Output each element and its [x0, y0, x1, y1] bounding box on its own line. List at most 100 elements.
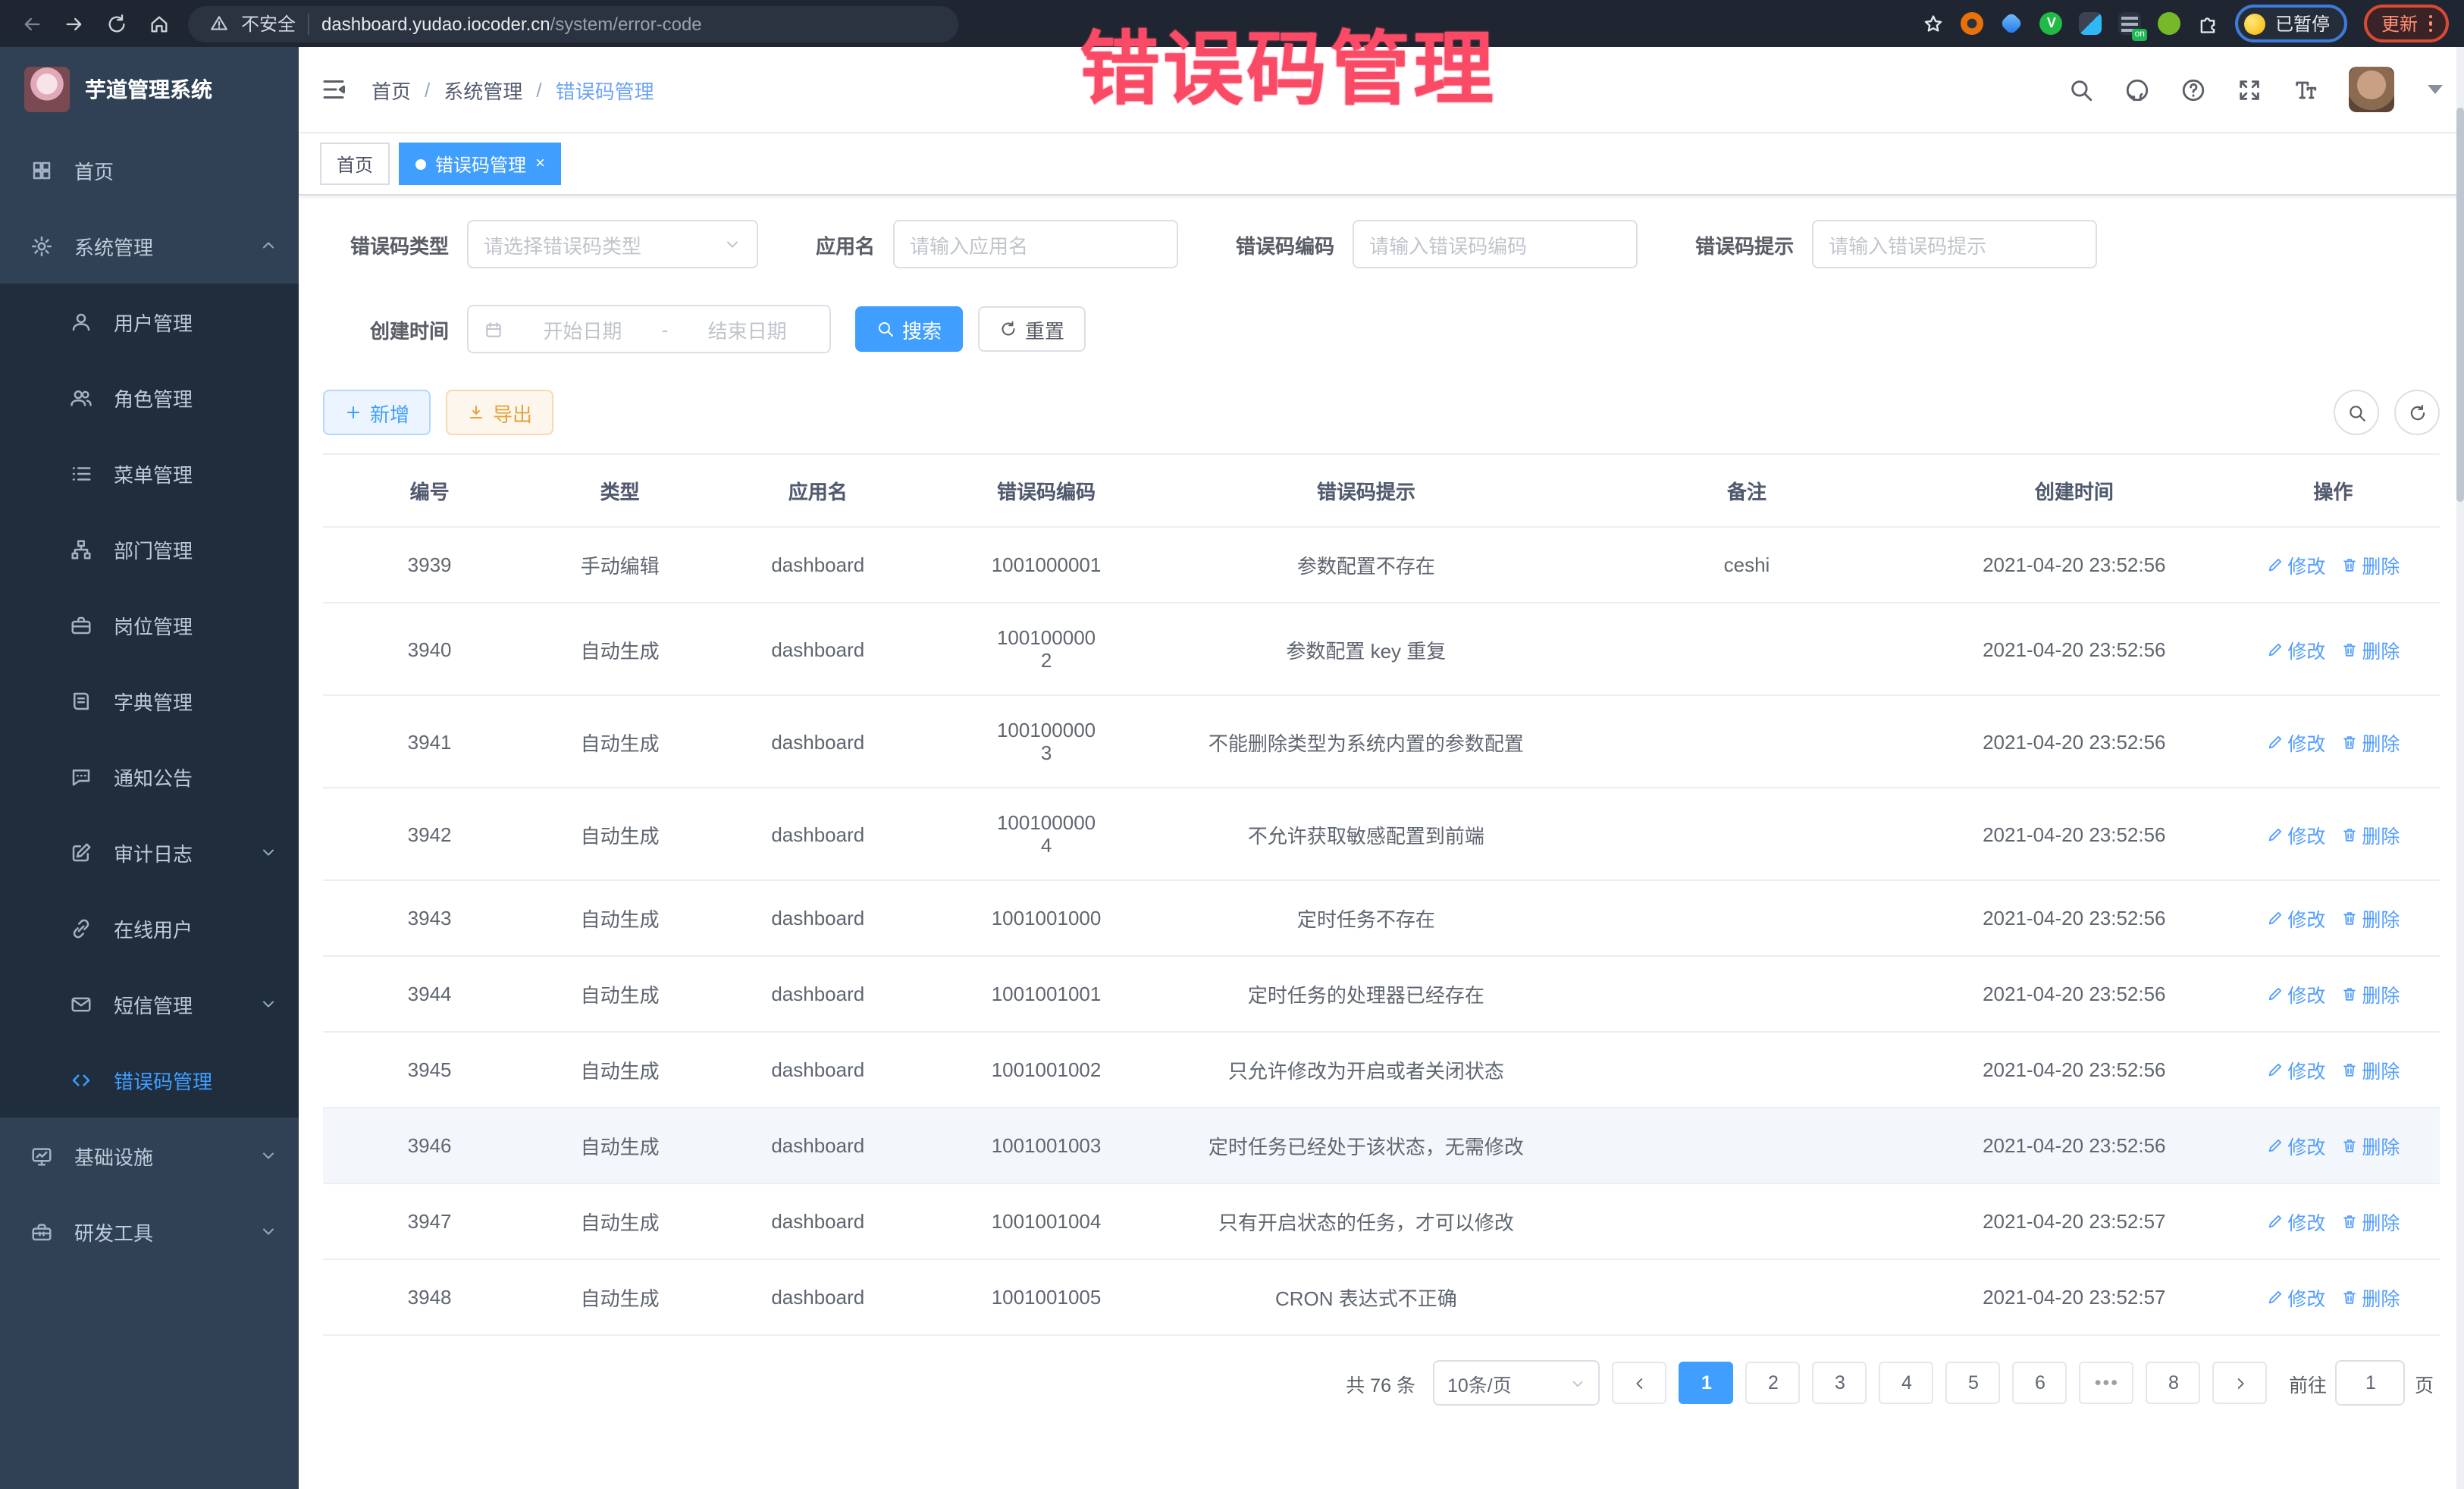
sidebar-item-用户管理[interactable]: 用户管理: [0, 284, 299, 359]
next-page-button[interactable]: [2213, 1362, 2268, 1404]
docs-help-icon[interactable]: [2180, 77, 2206, 102]
refresh-table-button[interactable]: [2394, 390, 2440, 435]
error-msg-input[interactable]: 请输入错误码提示: [1812, 220, 2097, 268]
sidebar-item-通知公告[interactable]: 通知公告: [0, 738, 299, 814]
sidebar-item-基础设施[interactable]: 基础设施: [0, 1118, 299, 1193]
goto-page-input[interactable]: [2336, 1360, 2406, 1406]
error-type-select[interactable]: 请选择错误码类型: [467, 220, 758, 268]
address-bar[interactable]: 不安全 dashboard.yudao.iocoder.cn/system/er…: [188, 5, 958, 42]
sidebar-item-审计日志[interactable]: 审计日志: [0, 814, 299, 890]
add-button[interactable]: 新增: [323, 390, 431, 435]
extension-icon-key[interactable]: [2158, 12, 2181, 35]
sidebar-item-label: 基础设施: [74, 1141, 238, 1170]
page-number-list: 123456•••8: [1679, 1362, 2201, 1404]
extension-icon-tabs[interactable]: on: [2119, 12, 2142, 35]
sidebar-item-系统管理[interactable]: 系统管理: [0, 208, 299, 284]
scrollbar-thumb[interactable]: [2456, 108, 2464, 502]
chrome-update-button[interactable]: 更新: [2365, 5, 2449, 42]
edit-link[interactable]: 修改: [2266, 1131, 2325, 1160]
sidebar-item-首页[interactable]: 首页: [0, 132, 299, 208]
show-search-toggle-button[interactable]: [2334, 390, 2379, 435]
sidebar-item-label: 菜单管理: [114, 459, 277, 487]
app-name-input[interactable]: 请输入应用名: [893, 220, 1178, 268]
delete-link[interactable]: 删除: [2340, 1207, 2400, 1236]
edit-link-label: 修改: [2287, 1131, 2325, 1160]
fullscreen-icon[interactable]: [2237, 77, 2262, 102]
browser-home-icon[interactable]: [149, 13, 170, 34]
user-menu-caret-icon[interactable]: [2428, 85, 2443, 94]
extension-icon-orange[interactable]: [1961, 12, 1984, 35]
edit-link[interactable]: 修改: [2266, 1207, 2325, 1236]
edit-link[interactable]: 修改: [2266, 727, 2325, 756]
delete-link[interactable]: 删除: [2340, 727, 2400, 756]
sidebar-item-岗位管理[interactable]: 岗位管理: [0, 587, 299, 663]
bookmark-star-icon[interactable]: [1923, 13, 1945, 34]
export-button[interactable]: 导出: [446, 390, 553, 435]
sidebar-item-部门管理[interactable]: 部门管理: [0, 511, 299, 587]
extension-icon-grid[interactable]: [2080, 12, 2102, 35]
date-range-picker[interactable]: 开始日期 - 结束日期: [467, 305, 831, 353]
page-button-6[interactable]: 6: [2013, 1362, 2067, 1404]
browser-menu-icon[interactable]: [2428, 15, 2432, 33]
delete-link[interactable]: 删除: [2340, 980, 2400, 1008]
delete-link[interactable]: 删除: [2340, 550, 2400, 579]
sidebar-item-研发工具[interactable]: 研发工具: [0, 1193, 299, 1269]
breadcrumb-section[interactable]: 系统管理: [444, 75, 522, 104]
header-search-icon[interactable]: [2068, 77, 2094, 102]
edit-link[interactable]: 修改: [2266, 1283, 2325, 1312]
tab-paused-badge[interactable]: 已暂停: [2236, 5, 2348, 42]
delete-link[interactable]: 删除: [2340, 1055, 2400, 1084]
browser-reload-icon[interactable]: [106, 13, 127, 34]
edit-link[interactable]: 修改: [2266, 550, 2325, 579]
page-button-2[interactable]: 2: [1746, 1362, 1801, 1404]
browser-forward-icon[interactable]: [64, 13, 85, 34]
page-size-select[interactable]: 10条/页: [1434, 1360, 1600, 1406]
breadcrumb-home[interactable]: 首页: [371, 75, 411, 104]
page-button-4[interactable]: 4: [1879, 1362, 1934, 1404]
edit-link[interactable]: 修改: [2266, 980, 2325, 1008]
reset-button[interactable]: 重置: [978, 306, 1086, 352]
table-row: 3944自动生成dashboard1001001001定时任务的处理器已经存在2…: [323, 956, 2440, 1032]
sidebar-item-字典管理[interactable]: 字典管理: [0, 663, 299, 738]
sidebar-collapse-icon[interactable]: [320, 76, 347, 103]
edit-link[interactable]: 修改: [2266, 820, 2325, 848]
annotation-title: 错误码管理: [1080, 6, 1497, 121]
extensions-puzzle-icon[interactable]: [2198, 13, 2219, 34]
edit-link[interactable]: 修改: [2266, 1055, 2325, 1084]
tab-home[interactable]: 首页: [320, 143, 390, 185]
extension-list-glyph: [2122, 17, 2139, 20]
edit-link[interactable]: 修改: [2266, 904, 2325, 933]
sidebar-item-角色管理[interactable]: 角色管理: [0, 359, 299, 435]
tab-close-icon[interactable]: ×: [535, 155, 545, 172]
home-icon: [30, 158, 53, 181]
font-size-icon[interactable]: [2293, 77, 2318, 102]
cell-memo: [1572, 1108, 1922, 1183]
tab-error-code[interactable]: 错误码管理 ×: [399, 143, 562, 185]
page-button-8[interactable]: 8: [2146, 1362, 2201, 1404]
extension-icon-vue-devtools[interactable]: V: [2040, 12, 2063, 35]
page-button-5[interactable]: 5: [1946, 1362, 2001, 1404]
delete-link[interactable]: 删除: [2340, 1131, 2400, 1160]
sidebar-item-短信管理[interactable]: 短信管理: [0, 966, 299, 1042]
error-code-input[interactable]: 请输入错误码编码: [1353, 220, 1638, 268]
delete-link[interactable]: 删除: [2340, 1283, 2400, 1312]
prev-page-button[interactable]: [1613, 1362, 1667, 1404]
extension-icon-gem[interactable]: [2000, 11, 2024, 35]
edit-link[interactable]: 修改: [2266, 635, 2325, 663]
page-button-1[interactable]: 1: [1679, 1362, 1734, 1404]
delete-link[interactable]: 删除: [2340, 904, 2400, 933]
announcement-icon: [70, 765, 92, 788]
sidebar-item-菜单管理[interactable]: 菜单管理: [0, 435, 299, 511]
page-scrollbar[interactable]: [2456, 47, 2464, 1489]
sidebar-logo[interactable]: 芋道管理系统: [0, 47, 299, 132]
search-button[interactable]: 搜索: [855, 306, 963, 352]
user-avatar[interactable]: [2349, 67, 2394, 112]
delete-link[interactable]: 删除: [2340, 635, 2400, 663]
sidebar-item-在线用户[interactable]: 在线用户: [0, 890, 299, 966]
sidebar-item-错误码管理[interactable]: 错误码管理: [0, 1042, 299, 1118]
github-icon[interactable]: [2124, 77, 2150, 102]
column-header: 编号: [323, 454, 536, 527]
browser-back-icon[interactable]: [21, 13, 42, 34]
delete-link[interactable]: 删除: [2340, 820, 2400, 848]
page-button-3[interactable]: 3: [1813, 1362, 1867, 1404]
